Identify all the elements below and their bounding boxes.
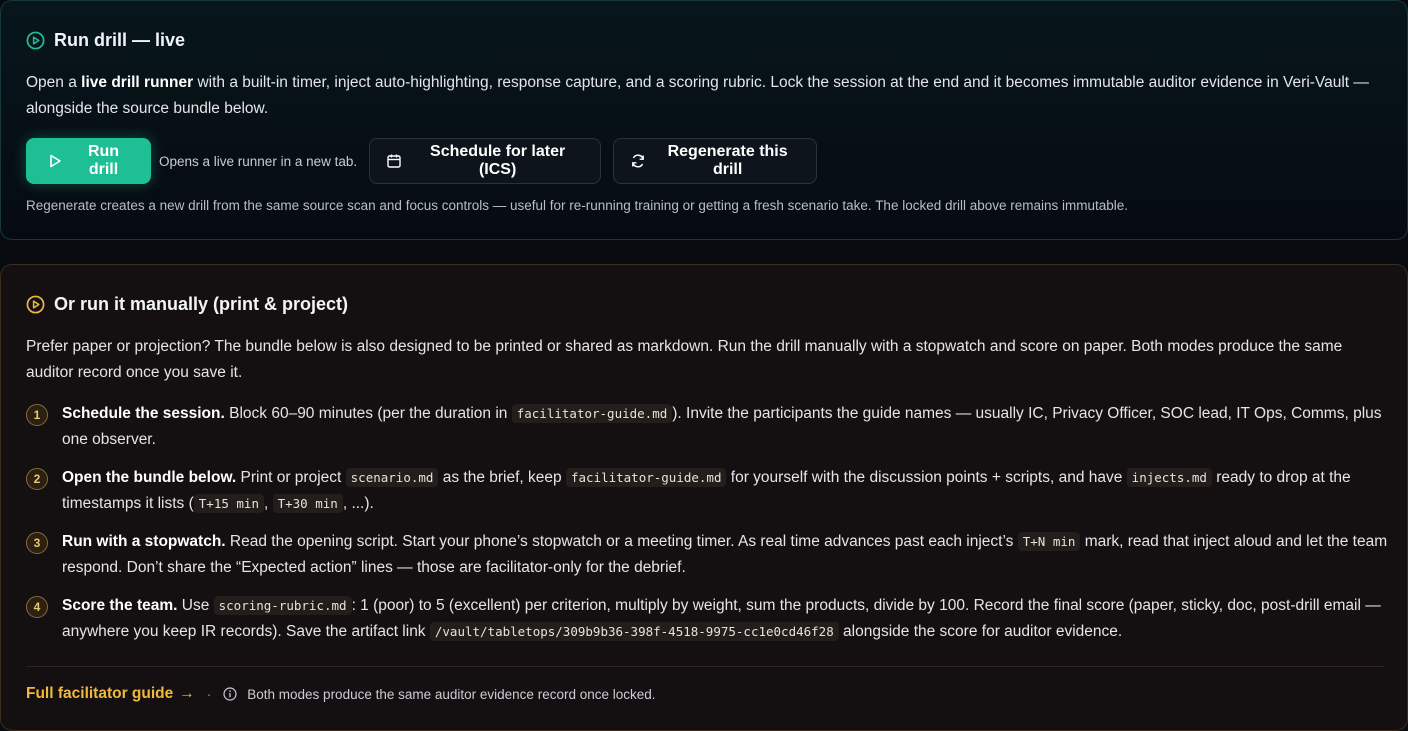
step-text: Score the team. Use scoring-rubric.md: 1… (62, 593, 1392, 645)
step-text: Schedule the session. Block 60–90 minute… (62, 401, 1392, 453)
info-icon (223, 687, 237, 701)
step-text-part: Print or project (236, 469, 346, 486)
live-desc-prefix: Open a (26, 74, 82, 91)
code-timestamp: T+N min (1017, 532, 1081, 551)
step-text-part: as the brief, keep (438, 469, 566, 486)
step-title: Open the bundle below. (62, 469, 237, 486)
step-title: Schedule the session. (62, 405, 225, 422)
arrow-right-icon: → (179, 685, 195, 702)
step-number: 2 (26, 468, 48, 490)
footer-separator: · (206, 686, 212, 702)
run-manually-card: Or run it manually (print & project) Pre… (0, 264, 1408, 731)
manual-card-title: Or run it manually (print & project) (26, 294, 348, 315)
schedule-later-label: Schedule for later (ICS) (430, 143, 566, 178)
play-icon (47, 153, 63, 169)
calendar-icon (386, 153, 402, 169)
step-text: Run with a stopwatch. Read the opening s… (62, 529, 1392, 581)
artifact-link-path[interactable]: /vault/tabletops/309b9b36-398f-4518-9975… (429, 622, 839, 641)
manual-footer: Full facilitator guide → · Both modes pr… (26, 685, 656, 703)
step-text-part: Use (177, 597, 214, 614)
code-filename: scoring-rubric.md (213, 596, 352, 615)
section-divider (26, 666, 1384, 667)
code-filename: injects.md (1126, 468, 1212, 487)
run-drill-button[interactable]: Run drill (26, 138, 151, 184)
code-filename: facilitator-guide.md (511, 404, 673, 423)
facilitator-guide-link-text: Full facilitator guide (26, 685, 174, 702)
footer-note: Both modes produce the same auditor evid… (247, 686, 656, 702)
step-text-part: alongside the score for auditor evidence… (838, 623, 1123, 640)
live-desc-bold: live drill runner (81, 74, 194, 91)
run-drill-live-card: Run drill — live Open a live drill runne… (0, 0, 1408, 240)
regenerate-drill-button[interactable]: Regenerate this drill (613, 138, 818, 184)
manual-steps-list: 1 Schedule the session. Block 60–90 minu… (26, 401, 1387, 651)
manual-card-description: Prefer paper or projection? The bundle b… (26, 338, 1343, 381)
step-text-part: for yourself with the discussion points … (726, 469, 1127, 486)
step-title: Run with a stopwatch. (62, 533, 226, 550)
live-desc-suffix: with a built-in timer, inject auto-highl… (26, 74, 1369, 117)
step-text-part: , (263, 495, 273, 512)
regenerate-note: Regenerate creates a new drill from the … (26, 198, 1129, 213)
step-number: 3 (26, 532, 48, 554)
step-number: 4 (26, 596, 48, 618)
step-number: 1 (26, 404, 48, 426)
regenerate-drill-label: Regenerate this drill (667, 143, 788, 178)
play-circle-icon (26, 31, 45, 50)
run-drill-label: Run drill (87, 143, 120, 178)
refresh-icon (630, 153, 646, 169)
code-filename: facilitator-guide.md (565, 468, 727, 487)
step-text-part: , ...). (342, 495, 374, 512)
code-timestamp: T+15 min (193, 494, 264, 513)
full-facilitator-guide-link[interactable]: Full facilitator guide → (26, 685, 195, 703)
step-title: Score the team. (62, 597, 178, 614)
code-timestamp: T+30 min (272, 494, 343, 513)
play-circle-icon (26, 295, 45, 314)
live-actions: Run drill Opens a live runner in a new t… (26, 138, 818, 184)
step-text-part: Read the opening script. Start your phon… (225, 533, 1018, 550)
step-text: Open the bundle below. Print or project … (62, 465, 1392, 517)
code-filename: scenario.md (345, 468, 439, 487)
run-drill-hint: Opens a live runner in a new tab. (159, 153, 358, 169)
manual-card-title-text: Or run it manually (print & project) (54, 294, 349, 314)
live-card-description: Open a live drill runner with a built-in… (26, 70, 1376, 122)
live-card-title-text: Run drill — live (54, 30, 186, 50)
live-card-title: Run drill — live (26, 30, 185, 51)
schedule-later-button[interactable]: Schedule for later (ICS) (369, 138, 602, 184)
step-text-part: Block 60–90 minutes (per the duration in (224, 405, 512, 422)
